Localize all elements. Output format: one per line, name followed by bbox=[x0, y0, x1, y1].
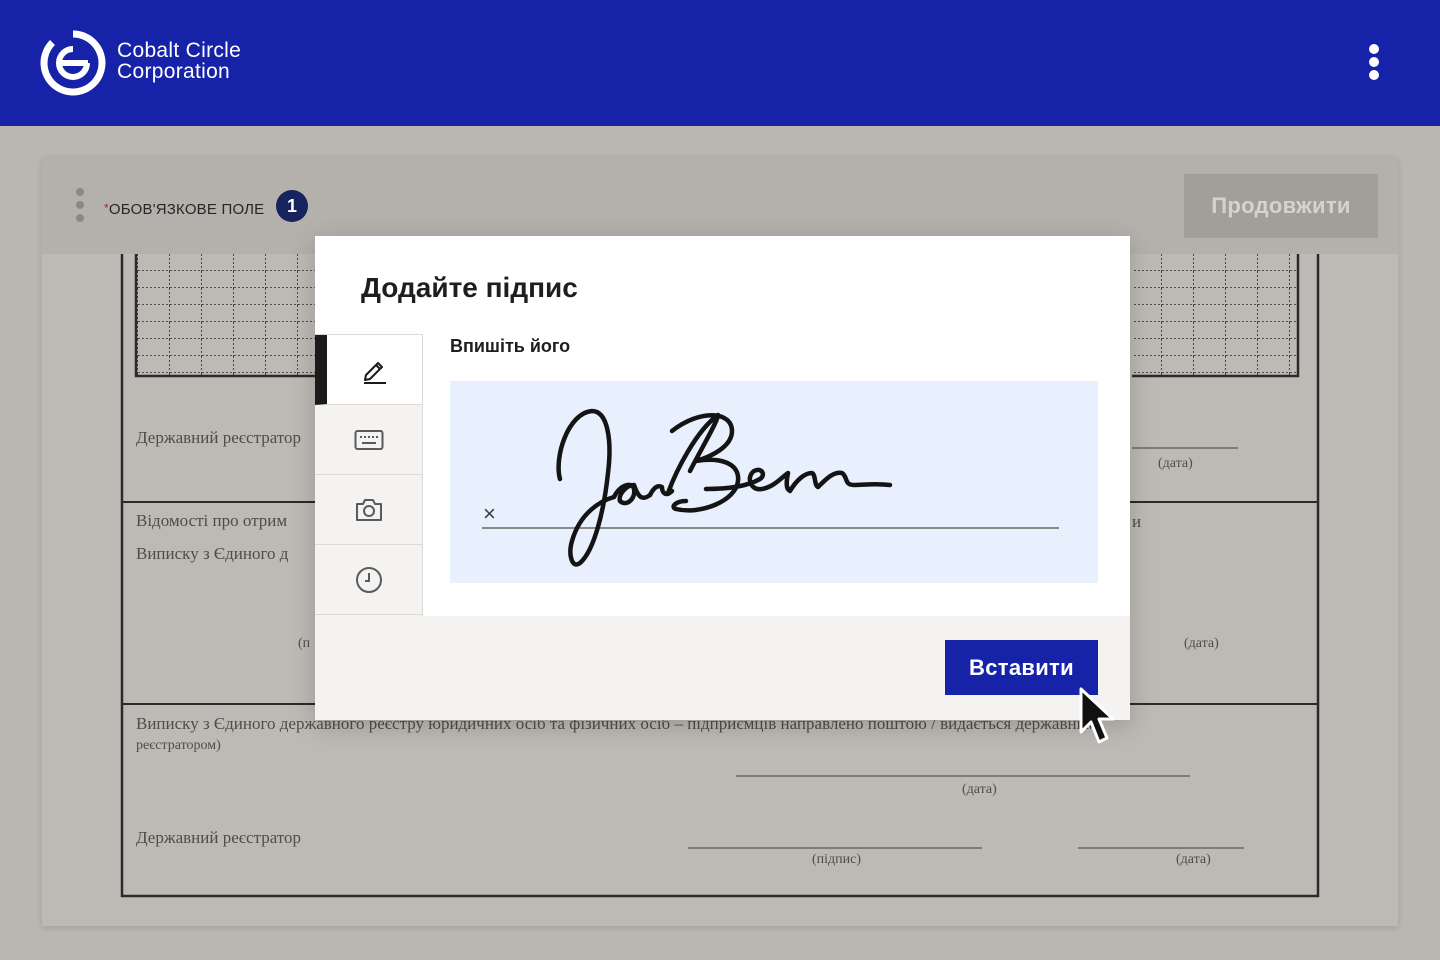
doc-info-line-2: Виписку з Єдиного д bbox=[136, 544, 289, 563]
doc-date-label: (дата) bbox=[1176, 852, 1211, 867]
doc-date-label: (дата) bbox=[1158, 456, 1193, 471]
tab-saved[interactable] bbox=[315, 545, 422, 615]
brand-name: Cobalt Circle Corporation bbox=[117, 40, 241, 82]
cobalt-circle-logo-icon bbox=[40, 30, 106, 96]
doc-sign-label: (п bbox=[298, 636, 311, 651]
required-field-text: ОБОВ'ЯЗКОВЕ ПОЛЕ bbox=[108, 201, 265, 218]
doc-info-right: и bbox=[1132, 512, 1142, 531]
insert-button[interactable]: Вставити bbox=[945, 640, 1098, 695]
drag-handle-icon[interactable] bbox=[74, 188, 86, 224]
more-menu-icon[interactable] bbox=[1362, 42, 1386, 82]
tab-type[interactable] bbox=[315, 405, 422, 475]
brand-line-2: Corporation bbox=[117, 60, 231, 83]
continue-button[interactable]: Продовжити bbox=[1184, 174, 1378, 238]
brand-line-1: Cobalt Circle bbox=[117, 39, 242, 62]
doc-date-label: (дата) bbox=[1184, 636, 1219, 651]
tab-upload[interactable] bbox=[315, 475, 422, 545]
drawn-signature bbox=[556, 408, 893, 567]
doc-registrar-label: Державний реєстратор bbox=[136, 828, 302, 847]
draw-signature-label: Впишіть його bbox=[450, 336, 571, 356]
doc-extract-line-2: реєстратором) bbox=[136, 738, 221, 753]
doc-registrar-label: Державний реєстратор bbox=[136, 428, 302, 447]
pencil-icon bbox=[363, 361, 386, 384]
dialog-footer: Вставити bbox=[315, 616, 1130, 720]
clear-signature-icon[interactable]: × bbox=[483, 503, 496, 525]
signature-method-tabs bbox=[315, 334, 423, 616]
add-signature-dialog: Додайте підпис Впишіть його × Вставити bbox=[315, 236, 1130, 720]
clock-icon bbox=[355, 566, 382, 593]
required-count-badge[interactable]: 1 bbox=[276, 190, 308, 222]
dialog-title: Додайте підпис bbox=[361, 272, 578, 303]
doc-date-label: (дата) bbox=[962, 782, 997, 797]
mouse-pointer-icon bbox=[1079, 687, 1115, 744]
doc-sign-label: (підпис) bbox=[812, 852, 862, 867]
top-bar: Cobalt Circle Corporation bbox=[0, 0, 1440, 126]
tab-draw[interactable] bbox=[315, 335, 422, 405]
doc-info-line-1: Відомості про отрим bbox=[136, 511, 288, 530]
signature-canvas[interactable]: × bbox=[450, 381, 1098, 583]
keyboard-icon bbox=[354, 429, 383, 450]
camera-icon bbox=[355, 498, 382, 521]
required-field-label: *ОБОВ'ЯЗКОВЕ ПОЛЕ bbox=[104, 201, 264, 218]
